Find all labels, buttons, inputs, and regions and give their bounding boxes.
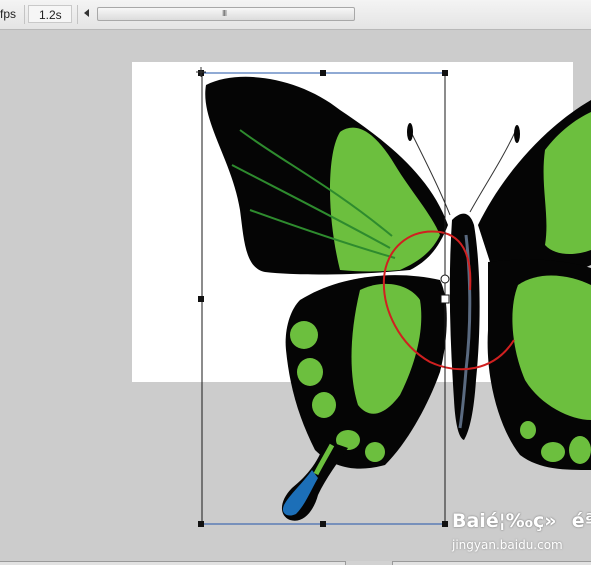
bottom-panel-edge [0,561,591,565]
bottom-panel-tab[interactable] [345,561,393,565]
transform-handle-right [440,294,450,304]
right-wing-spot [569,436,591,464]
left-wing-spot [290,321,318,349]
transform-handle-bottom-left [198,521,204,527]
transform-handle-top-right [442,70,448,76]
transform-handle-left [198,296,204,302]
right-antenna-tip [514,125,520,143]
transform-handle-bottom [320,521,326,527]
butterfly-artwork[interactable] [0,0,591,565]
right-wing-spot [541,442,565,462]
transform-handle-bottom-right [442,521,448,527]
right-wing-spot [520,421,536,439]
butterfly-body [449,213,480,440]
transform-handle-top [320,70,326,76]
registration-cross-icon [196,67,206,77]
left-wing-spot [365,442,385,462]
left-wing-spot [297,358,323,386]
watermark-url: jingyan.baidu.com [452,538,563,552]
left-antenna-tip [407,123,413,141]
left-wing-spot [312,392,336,418]
watermark-logo: Baié¦‰ç»éª [452,510,591,532]
transform-pivot-point [440,274,450,284]
